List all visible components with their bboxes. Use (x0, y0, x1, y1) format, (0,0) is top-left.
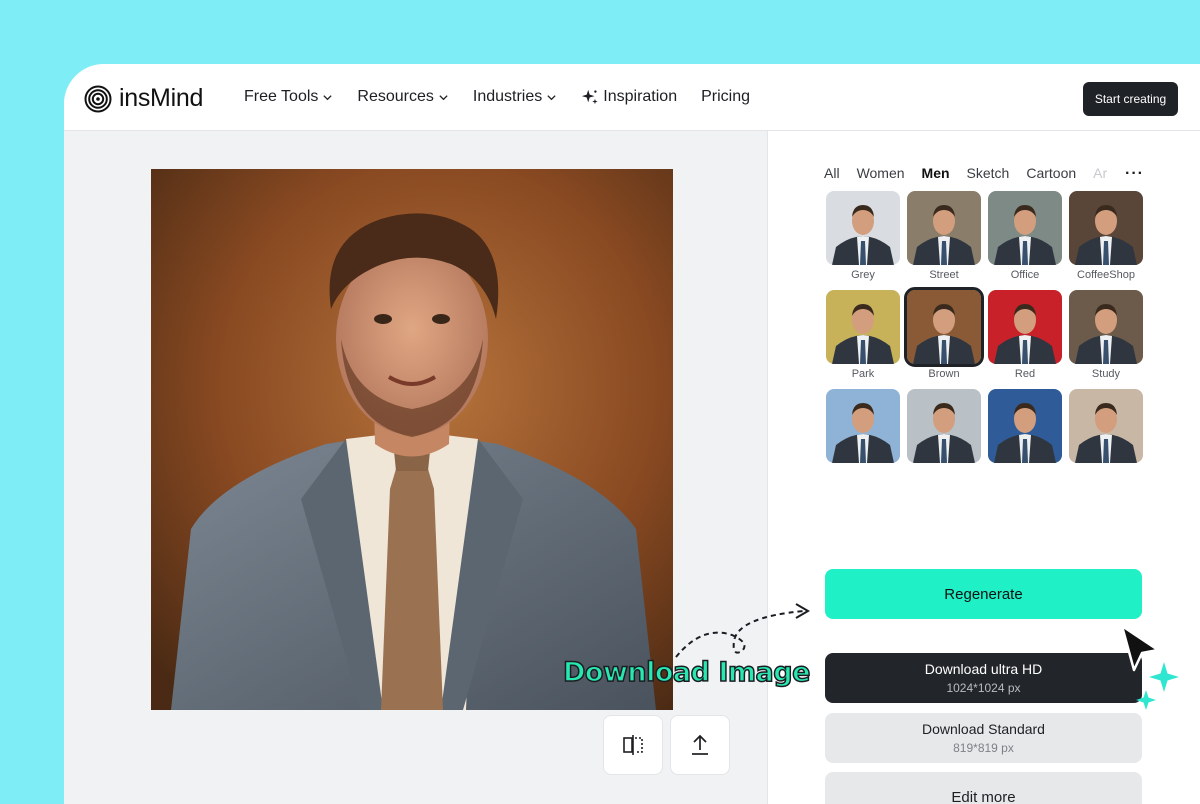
logo[interactable]: insMind (84, 84, 203, 113)
download-std-size: 819*819 px (953, 741, 1014, 755)
style-thumbnail-grid: Grey Street Office CoffeeShop Park Brown Red St… (826, 191, 1144, 468)
style-thumbnail (907, 389, 981, 463)
download-standard-button[interactable]: Download Standard 819*819 px (825, 713, 1142, 763)
style-category-tabs: All Women Men Sketch Cartoon Ar (824, 165, 1111, 181)
nav-inspiration-label: Inspiration (603, 88, 678, 105)
style-tile[interactable]: Grey (826, 191, 900, 281)
download-std-label: Download Standard (922, 721, 1045, 737)
chevron-down-icon (547, 94, 556, 100)
chevron-down-icon (323, 94, 333, 100)
style-tile[interactable]: Office (988, 191, 1062, 281)
style-tile[interactable]: Park (826, 290, 900, 380)
upload-icon (692, 734, 708, 755)
style-thumbnail (826, 191, 900, 265)
style-thumbnail (988, 290, 1062, 364)
tab-men[interactable]: Men (922, 165, 950, 181)
download-hd-size: 1024*1024 px (946, 681, 1021, 695)
tab-cartoon[interactable]: Cartoon (1026, 165, 1076, 181)
nav-resources-label: Resources (357, 88, 434, 105)
sparkle-decoration-icon (1136, 662, 1179, 710)
tab-sketch[interactable]: Sketch (967, 165, 1010, 181)
style-tile-label: Study (1091, 368, 1121, 380)
nav-resources[interactable]: Resources (357, 88, 448, 106)
style-tile-label: CoffeeShop (1077, 269, 1135, 281)
logo-icon (84, 85, 112, 112)
more-categories-button[interactable]: ··· (1125, 165, 1144, 183)
dashed-arrow-icon (675, 603, 810, 658)
style-thumbnail (904, 287, 984, 367)
style-thumbnail (826, 290, 900, 364)
style-tile-label: Red (1014, 368, 1036, 380)
regenerate-label: Regenerate (944, 585, 1023, 603)
style-tile-label: Park (851, 368, 875, 380)
tab-all[interactable]: All (824, 165, 840, 181)
style-thumbnail (826, 389, 900, 463)
tab-women[interactable]: Women (857, 165, 905, 181)
download-hd-label: Download ultra HD (924, 661, 1043, 677)
style-tile[interactable]: CoffeeShop (1069, 191, 1143, 281)
upload-button[interactable] (670, 715, 730, 775)
download-image-callout: Download Image (562, 656, 811, 689)
chevron-down-icon (439, 94, 448, 100)
style-tile-label: Brown (928, 368, 960, 380)
style-thumbnail (1069, 290, 1143, 364)
nav-inspiration[interactable]: Inspiration (581, 88, 677, 106)
nav-free-tools[interactable]: Free Tools (244, 88, 333, 106)
style-tile[interactable] (1069, 389, 1143, 467)
compare-button[interactable] (603, 715, 663, 775)
style-thumbnail (988, 389, 1062, 463)
image-canvas (64, 131, 767, 804)
sparkle-icon (582, 89, 598, 105)
style-tile[interactable] (907, 389, 981, 467)
edit-more-label: Edit more (951, 788, 1016, 804)
nav-pricing[interactable]: Pricing (701, 88, 750, 106)
main-nav: Free Tools Resources Industries Inspirat… (244, 88, 774, 106)
style-tile[interactable]: Study (1069, 290, 1143, 380)
style-tile[interactable]: Red (988, 290, 1062, 380)
style-tile[interactable]: Brown (904, 287, 984, 380)
app-window: insMind Free Tools Resources Industries (64, 64, 1200, 804)
style-tile[interactable] (826, 389, 900, 467)
start-creating-button[interactable]: Start creating (1083, 82, 1178, 116)
download-ultra-hd-button[interactable]: Download ultra HD 1024*1024 px (825, 653, 1142, 703)
nav-industries-label: Industries (472, 88, 543, 105)
tab-art[interactable]: Ar (1093, 165, 1111, 181)
style-thumbnail (988, 191, 1062, 265)
generated-portrait-image (151, 169, 673, 710)
brand-name: insMind (119, 84, 204, 112)
edit-more-button[interactable]: Edit more (825, 772, 1142, 804)
style-thumbnail (907, 191, 981, 265)
style-tile-label: Office (1010, 269, 1040, 281)
style-tile-label: Grey (851, 269, 875, 281)
style-tile[interactable]: Street (907, 191, 981, 281)
style-tile-label: Street (929, 269, 959, 281)
top-nav-bar: insMind Free Tools Resources Industries (64, 64, 1200, 131)
regenerate-button[interactable]: Regenerate (825, 569, 1142, 619)
style-thumbnail (1069, 389, 1143, 463)
compare-icon (623, 735, 643, 755)
nav-free-tools-label: Free Tools (244, 88, 319, 105)
nav-industries[interactable]: Industries (473, 88, 557, 106)
style-thumbnail (1069, 191, 1143, 265)
nav-pricing-label: Pricing (701, 88, 750, 105)
style-tile[interactable] (988, 389, 1062, 467)
